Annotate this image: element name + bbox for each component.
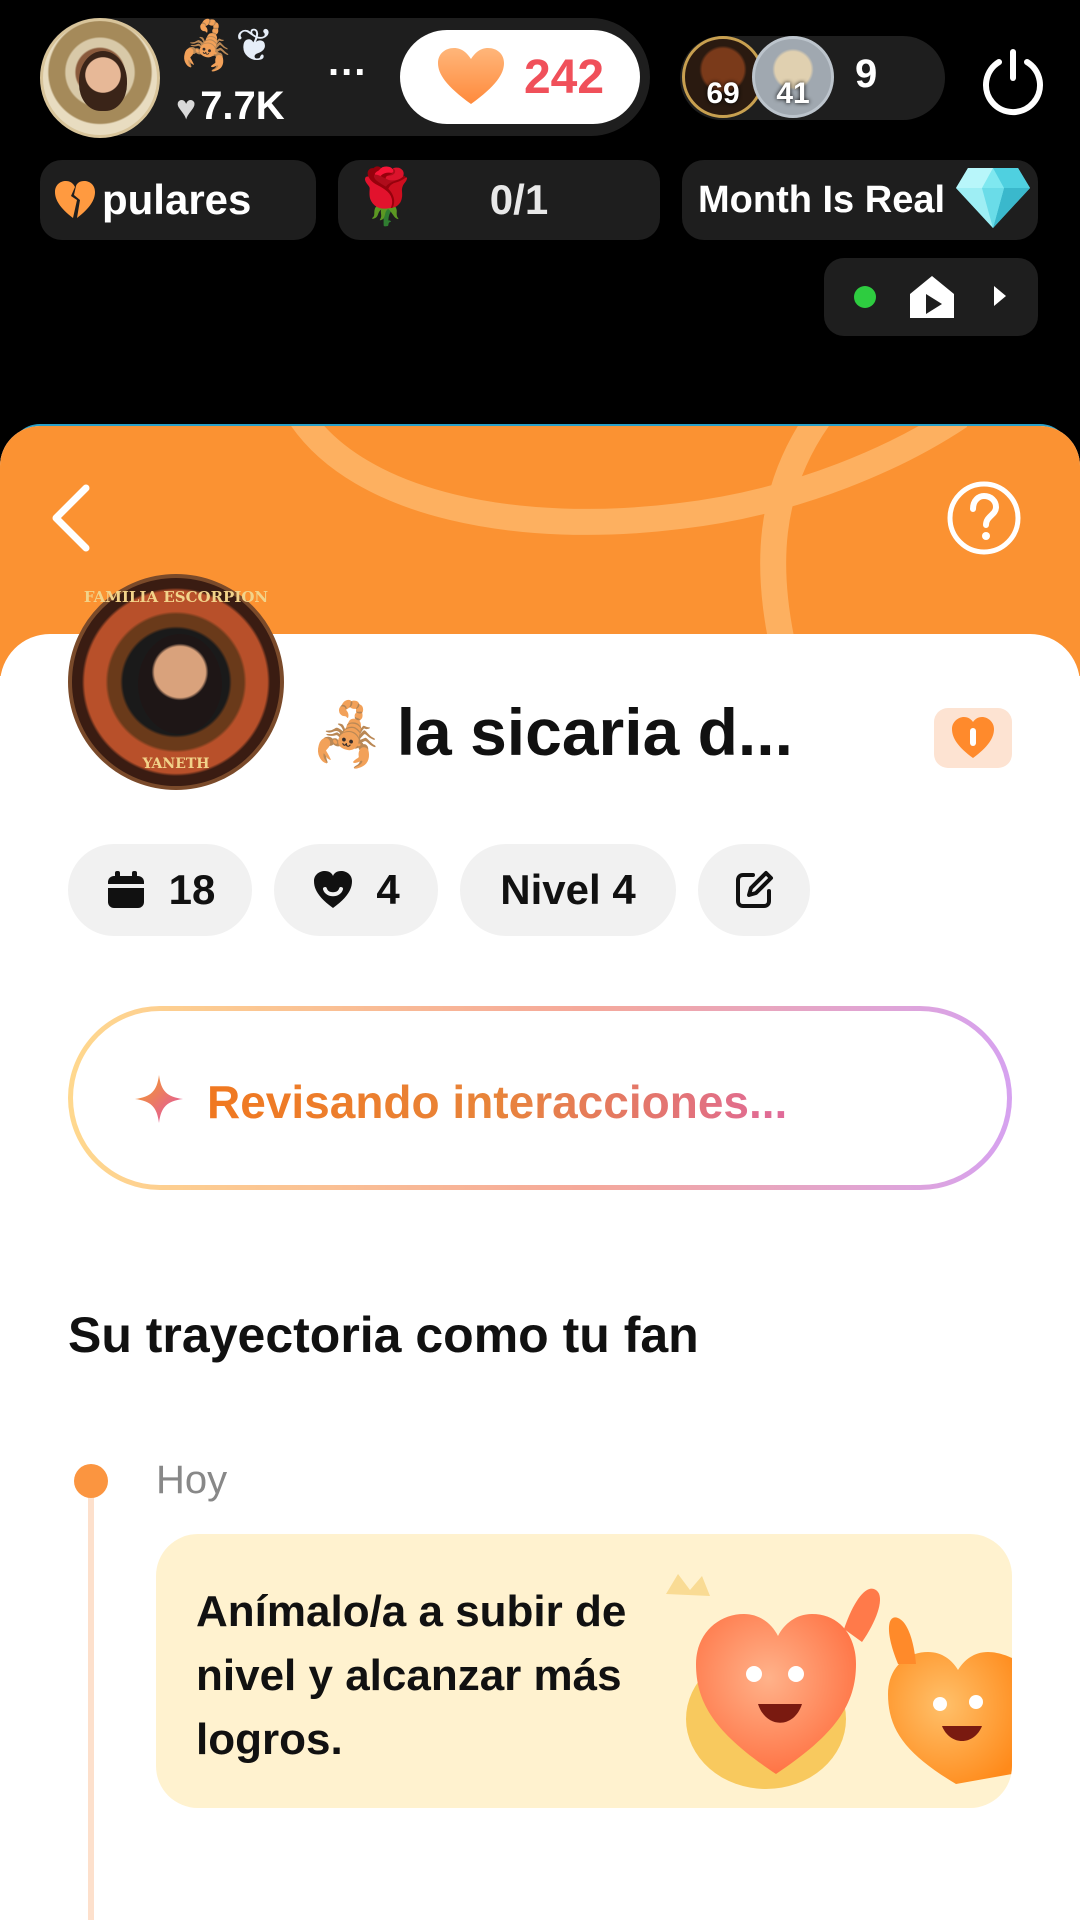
avatar-ring-top-text: FAMILIA ESCORPION: [83, 588, 269, 606]
fan-avatar[interactable]: FAMILIA ESCORPION YANETH: [68, 574, 284, 790]
edit-icon: [736, 871, 773, 908]
heart-smile-icon: [314, 871, 353, 908]
host-likes: ♥ 7.7K: [176, 84, 285, 129]
viewer-level: 41: [776, 77, 810, 110]
viewer-avatar[interactable]: 41: [752, 36, 834, 118]
ai-status-text: Revisando interacciones...: [207, 1076, 788, 1128]
expand-arrow-icon[interactable]: [992, 284, 1008, 308]
fan-name-text: la sicaria d...: [396, 695, 793, 769]
house-icon[interactable]: [908, 274, 956, 320]
popular-label: pulares: [102, 176, 252, 223]
host-likes-count: 7.7K: [200, 84, 285, 128]
host-avatar[interactable]: [40, 18, 160, 138]
ai-status-box: Revisando interacciones...: [68, 1006, 1012, 1190]
hearts-value: 4: [376, 866, 400, 913]
viewer-count[interactable]: 9: [855, 52, 877, 97]
broken-heart-icon: [55, 181, 95, 218]
month-label: Month Is Real: [698, 178, 946, 221]
month-chip[interactable]: Month Is Real: [682, 160, 1038, 240]
help-icon[interactable]: [946, 480, 1022, 556]
timeline-date: Hoy: [156, 1458, 228, 1502]
hearts-stat[interactable]: 4: [274, 844, 438, 936]
scorpion-icon: 🦂: [310, 701, 385, 768]
wing-icon: ❦: [235, 19, 274, 71]
live-top-bar: 🦂❦ ... ♥ 7.7K 242 69 41 9 pulares 🌹 0/1 M…: [0, 0, 1080, 430]
level-value: Nivel 4: [500, 866, 636, 913]
rose-chip[interactable]: 🌹 0/1: [338, 160, 660, 240]
timeline-line: [88, 1480, 94, 1920]
days-value: 18: [168, 866, 216, 913]
scorpion-icon: 🦂: [178, 19, 236, 71]
viewer-level: 69: [706, 77, 740, 110]
level-stat[interactable]: Nivel 4: [460, 844, 676, 936]
avatar-ring-bottom-text: YANETH: [142, 756, 210, 772]
live-controls[interactable]: [824, 258, 1038, 336]
host-badges: 🦂❦: [178, 22, 274, 68]
hearts-illustration: [666, 1574, 1012, 1789]
heart-icon: ♥: [176, 89, 197, 127]
heart-icon: [436, 46, 506, 108]
back-chevron-icon[interactable]: [46, 482, 96, 554]
fan-badge[interactable]: [934, 708, 1012, 768]
like-button[interactable]: 242: [400, 30, 640, 124]
days-stat[interactable]: 18: [68, 844, 252, 936]
like-count: 242: [523, 50, 605, 104]
cheer-card-text: Anímalo/a a subir de nivel y alcanzar má…: [196, 1587, 627, 1764]
rose-value: 0/1: [489, 176, 549, 223]
section-title: Su trayectoria como tu fan: [68, 1307, 699, 1363]
power-icon[interactable]: [978, 46, 1048, 116]
live-status-dot: [854, 286, 876, 308]
broken-heart-badge-icon: [952, 717, 994, 758]
calendar-icon: [107, 871, 144, 908]
popular-chip[interactable]: pulares: [40, 160, 316, 240]
edit-button[interactable]: [698, 844, 810, 936]
fan-name: 🦂 la sicaria d...: [310, 694, 793, 770]
sparkle-icon: [135, 1075, 183, 1123]
diamond-icon: [956, 168, 1030, 228]
timeline-dot: [74, 1464, 108, 1498]
cheer-card[interactable]: Anímalo/a a subir de nivel y alcanzar má…: [156, 1534, 1012, 1808]
host-more-dots[interactable]: ...: [328, 40, 367, 85]
